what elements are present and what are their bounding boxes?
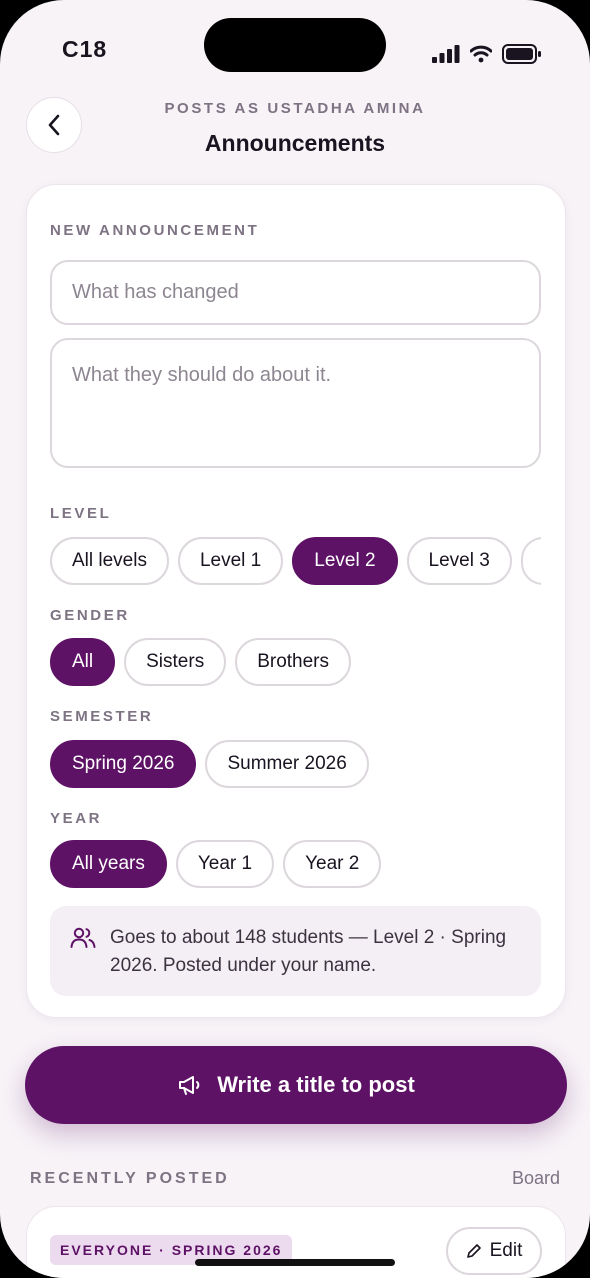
- level-chip-row: All levels Level 1 Level 2 Level 3: [50, 537, 541, 585]
- wifi-icon: [470, 45, 492, 63]
- level-label: LEVEL: [50, 505, 112, 522]
- new-announcement-label: NEW ANNOUNCEMENT: [50, 222, 260, 239]
- status-time: C18: [62, 36, 108, 62]
- gender-chip-row: All Sisters Brothers: [50, 638, 541, 686]
- chip-gender-all[interactable]: All: [50, 638, 116, 686]
- chip-gender-brothers[interactable]: Brothers: [235, 638, 352, 686]
- edit-button-label: Edit: [489, 1240, 523, 1261]
- battery-icon: [502, 44, 541, 64]
- title-input[interactable]: [50, 260, 541, 325]
- board-link[interactable]: Board: [512, 1168, 560, 1189]
- status-icons: [432, 44, 542, 64]
- semester-chip-row: Spring 2026 Summer 2026: [50, 740, 541, 788]
- chip-year-1[interactable]: Year 1: [175, 840, 275, 888]
- year-label: YEAR: [50, 810, 103, 827]
- audience-info-box: Goes to about 148 students — Level 2 · S…: [50, 906, 541, 996]
- header-subtitle: POSTS AS USTADHA AMINA: [164, 100, 426, 117]
- phone-screen: C18 POSTS AS USTADHA AMINA Announcements…: [0, 0, 590, 1278]
- chip-level-2[interactable]: Level 2: [292, 537, 398, 585]
- users-icon: [70, 927, 96, 948]
- dynamic-island: [204, 18, 386, 72]
- cellular-signal-icon: [432, 45, 460, 63]
- chip-year-2[interactable]: Year 2: [283, 840, 382, 888]
- page-title: Announcements: [204, 130, 386, 156]
- chip-level-all[interactable]: All levels: [50, 537, 169, 585]
- audience-info-text: Goes to about 148 students — Level 2 · S…: [110, 927, 507, 976]
- edit-button[interactable]: Edit: [446, 1227, 542, 1275]
- post-button[interactable]: Write a title to post: [25, 1046, 567, 1124]
- year-chip-row: All years Year 1 Year 2: [50, 840, 541, 888]
- pencil-icon: [466, 1244, 481, 1258]
- chip-year-all[interactable]: All years: [50, 840, 167, 888]
- post-button-label: Write a title to post: [217, 1072, 415, 1097]
- chip-semester-summer-2026[interactable]: Summer 2026: [205, 740, 369, 788]
- megaphone-icon: [179, 1076, 200, 1095]
- chip-level-3[interactable]: Level 3: [406, 537, 512, 585]
- semester-label: SEMESTER: [50, 708, 154, 725]
- chip-level-more[interactable]: [520, 537, 541, 585]
- chip-level-1[interactable]: Level 1: [177, 537, 284, 585]
- chip-semester-spring-2026[interactable]: Spring 2026: [50, 740, 197, 788]
- gender-label: GENDER: [50, 607, 130, 624]
- recently-posted-label: RECENTLY POSTED: [30, 1170, 230, 1187]
- home-indicator: [195, 1259, 395, 1266]
- chip-gender-sisters[interactable]: Sisters: [124, 638, 227, 686]
- body-textarea[interactable]: [50, 338, 541, 468]
